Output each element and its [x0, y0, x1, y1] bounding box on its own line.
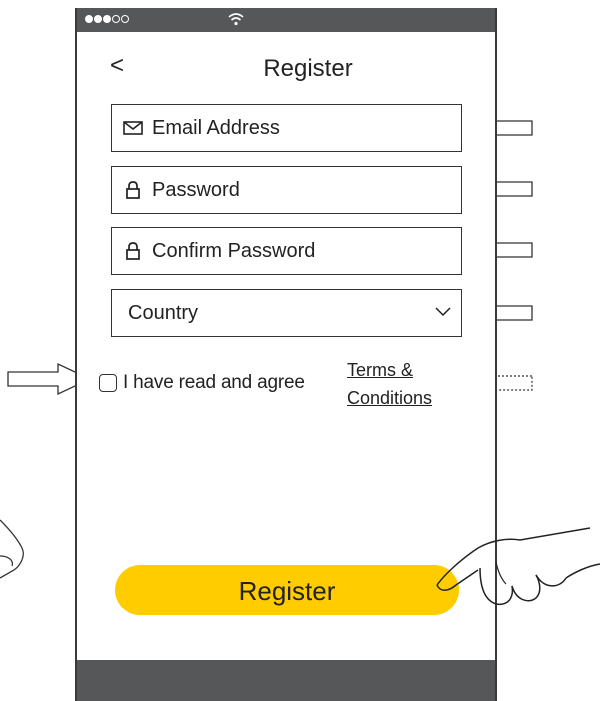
hand-pointer-sketch	[436, 527, 601, 606]
canvas: < Register Email Address Password Confir…	[0, 0, 606, 701]
